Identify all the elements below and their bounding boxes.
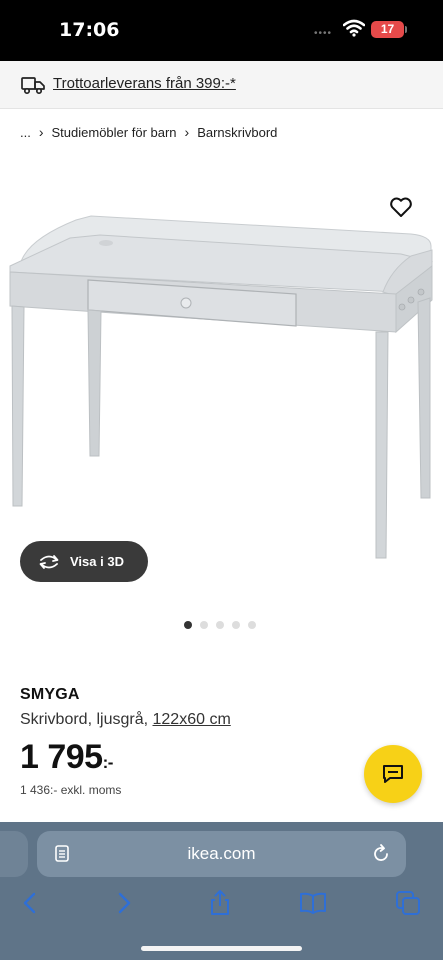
forward-icon[interactable] xyxy=(110,890,138,916)
breadcrumb-ellipsis[interactable]: ... xyxy=(20,125,31,140)
status-bar: 17:06 •••• 17 xyxy=(0,0,443,61)
delivery-banner[interactable]: Trottoarleverans från 399:-* xyxy=(0,61,443,109)
breadcrumb: ... › Studiemöbler för barn › Barnskrivb… xyxy=(20,124,277,140)
chat-icon xyxy=(383,765,403,783)
product-image[interactable] xyxy=(6,210,438,565)
address-bar[interactable]: ikea.com xyxy=(37,831,406,877)
carousel-dot[interactable] xyxy=(200,621,208,629)
bookmarks-icon[interactable] xyxy=(299,890,327,916)
home-indicator xyxy=(141,946,302,951)
status-time: 17:06 xyxy=(59,19,120,41)
carousel-dot[interactable] xyxy=(248,621,256,629)
price-suffix: :- xyxy=(102,753,114,772)
view-in-3d-label: Visa i 3D xyxy=(70,554,124,569)
reload-icon[interactable] xyxy=(371,843,391,865)
browser-bar: ikea.com xyxy=(0,822,443,960)
price-excl-vat: 1 436:- exkl. moms xyxy=(20,783,122,797)
share-icon[interactable] xyxy=(206,890,234,916)
carousel-indicator xyxy=(184,621,256,629)
product-name: SMYGA xyxy=(20,686,80,703)
product-description: Skrivbord, ljusgrå, 122x60 cm xyxy=(20,711,231,729)
product-price: 1 795:- xyxy=(20,738,113,777)
carousel-dot[interactable] xyxy=(216,621,224,629)
back-icon[interactable] xyxy=(16,890,44,916)
rotate-3d-icon xyxy=(39,554,59,569)
chevron-right-icon: › xyxy=(184,124,190,140)
battery-icon: 17 xyxy=(371,21,407,38)
carousel-dot[interactable] xyxy=(232,621,240,629)
price-value: 1 795 xyxy=(20,738,103,776)
delivery-link[interactable]: Trottoarleverans från 399:-* xyxy=(53,75,236,92)
chat-button[interactable] xyxy=(364,745,422,803)
breadcrumb-item-study-furniture[interactable]: Studiemöbler för barn xyxy=(52,125,177,140)
url-text: ikea.com xyxy=(187,844,256,863)
product-type: Skrivbord, ljusgrå, xyxy=(20,711,149,728)
view-in-3d-button[interactable]: Visa i 3D xyxy=(20,541,148,582)
chevron-right-icon: › xyxy=(38,124,44,140)
previous-tab-peek[interactable] xyxy=(0,831,28,877)
truck-icon xyxy=(21,77,45,95)
carousel-dot[interactable] xyxy=(184,621,192,629)
heart-icon[interactable] xyxy=(389,196,413,218)
product-dimensions-link[interactable]: 122x60 cm xyxy=(153,711,231,728)
tabs-icon[interactable] xyxy=(394,890,422,916)
wifi-icon xyxy=(343,19,365,37)
breadcrumb-item-kids-desk[interactable]: Barnskrivbord xyxy=(197,125,277,140)
signal-dots: •••• xyxy=(314,28,333,39)
